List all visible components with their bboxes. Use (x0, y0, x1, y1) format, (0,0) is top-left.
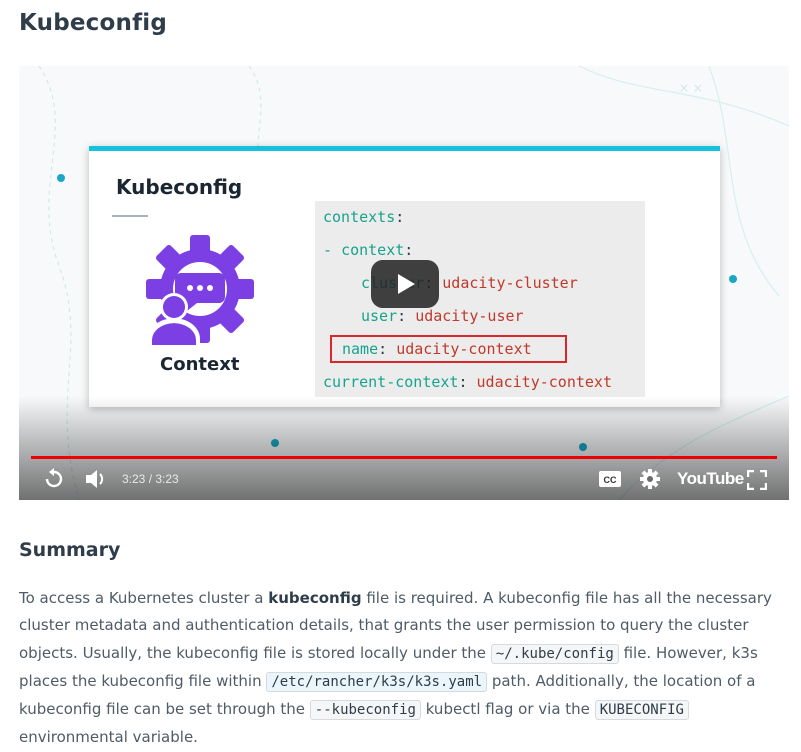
video-player[interactable]: × × Kubeconfig Context contexts: - conte… (19, 66, 789, 500)
page-title: Kubeconfig (19, 10, 168, 36)
captions-icon[interactable]: CC (599, 471, 621, 487)
yaml-code-panel: contexts: - context: cluster: udacity-cl… (315, 201, 645, 397)
volume-icon[interactable] (84, 468, 108, 490)
context-label: Context (160, 354, 240, 375)
video-progress-bar[interactable] (31, 456, 777, 459)
slide-title: Kubeconfig (116, 175, 243, 199)
summary-heading: Summary (19, 539, 121, 561)
inline-code-kubeconfig-env: KUBECONFIG (594, 700, 689, 721)
replay-icon[interactable] (43, 468, 65, 490)
inline-code-k3s-yaml: /etc/rancher/k3s/k3s.yaml (266, 671, 488, 692)
play-button[interactable] (371, 260, 439, 308)
inline-code-kube-config: ~/.kube/config (490, 643, 619, 664)
youtube-logo[interactable]: YouTube (677, 469, 744, 489)
slide-divider (112, 215, 148, 217)
fullscreen-icon[interactable] (747, 470, 767, 490)
time-display: 3:23 / 3:23 (122, 472, 179, 486)
svg-text:× ×: × × (679, 81, 703, 95)
settings-gear-icon[interactable] (639, 468, 661, 490)
summary-paragraph: To access a Kubernetes cluster a kubecon… (19, 589, 772, 747)
svg-text:CC: CC (604, 475, 617, 485)
inline-code-kubeconfig-flag: --kubeconfig (309, 700, 421, 721)
context-gear-user-icon (146, 235, 254, 345)
